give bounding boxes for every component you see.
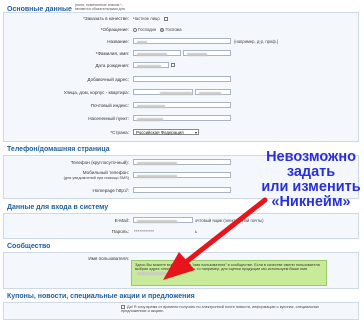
annotation-text: Невозможно задать или изменить «Никнейм» bbox=[261, 149, 361, 210]
registration-form: Основные данные(поля, помеченные знаком … bbox=[3, 0, 361, 320]
